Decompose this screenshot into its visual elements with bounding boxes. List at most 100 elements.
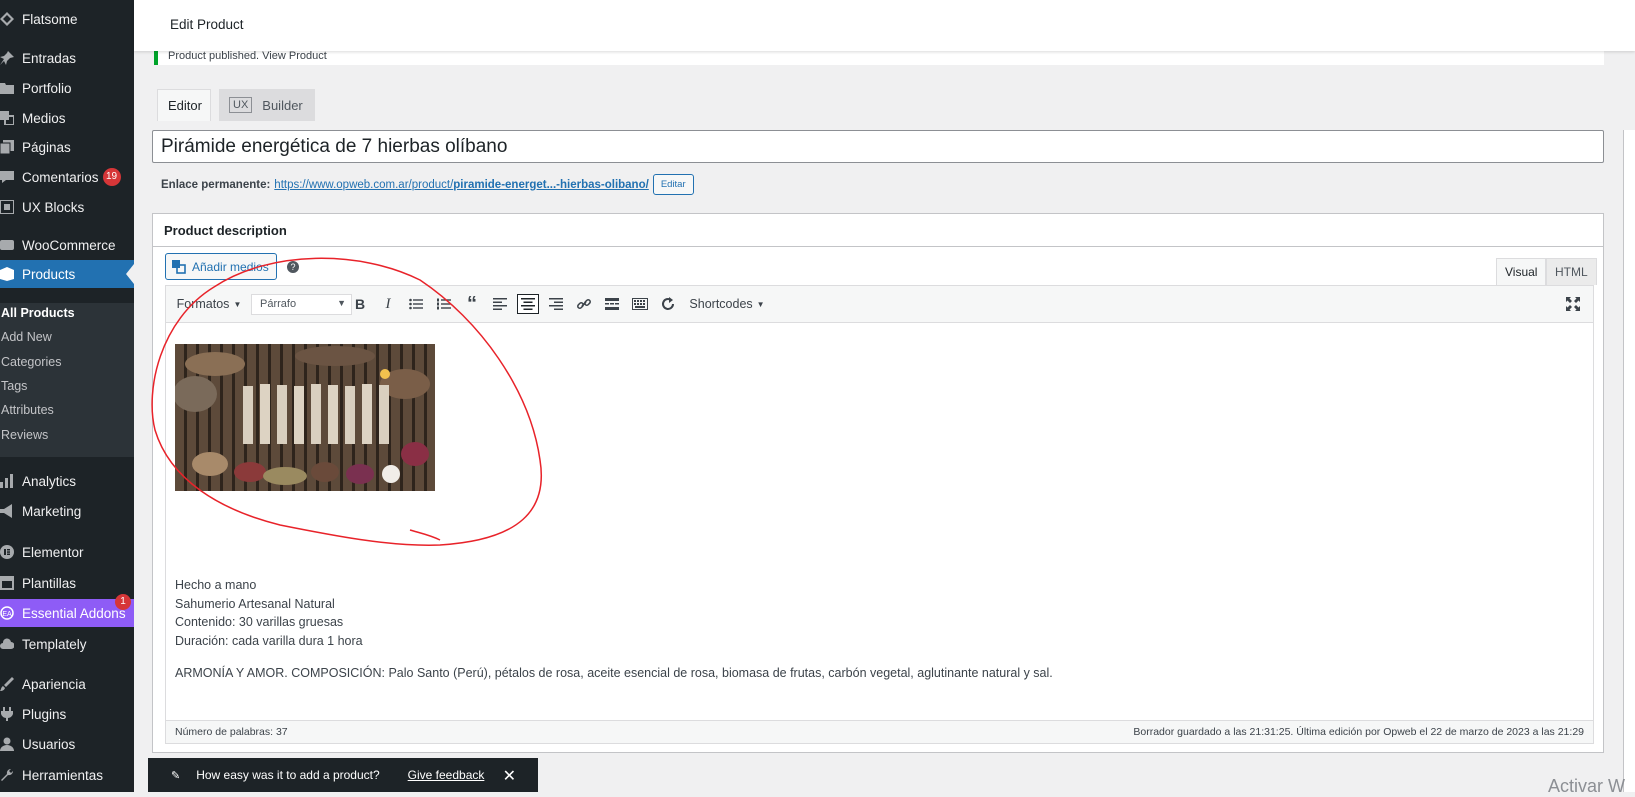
permalink-row: Enlace permanente: https://www.opweb.com… bbox=[161, 174, 694, 195]
analytics-icon bbox=[0, 473, 14, 489]
read-more-button[interactable] bbox=[601, 294, 623, 314]
shortcodes-dropdown[interactable]: Shortcodes ▼ bbox=[688, 294, 766, 314]
content-paragraph: ARMONÍA Y AMOR. COMPOSICIÓN: Palo Santo … bbox=[175, 666, 1053, 680]
refresh-button[interactable] bbox=[657, 294, 679, 314]
description-box-title: Product description bbox=[153, 214, 1603, 247]
sidebar-item-comentarios[interactable]: Comentarios 19 bbox=[0, 163, 134, 191]
pages-icon bbox=[0, 139, 14, 155]
blockquote-button[interactable]: “ bbox=[461, 293, 483, 315]
svg-text:EA: EA bbox=[2, 611, 12, 618]
link-icon bbox=[577, 299, 591, 309]
chevron-down-icon: ▼ bbox=[233, 299, 242, 309]
submenu-all-products[interactable]: All Products bbox=[1, 303, 75, 323]
numbered-list-button[interactable] bbox=[433, 294, 455, 314]
numbered-list-icon bbox=[437, 298, 451, 310]
sidebar-item-label: WooCommerce bbox=[22, 237, 116, 253]
editor-content-area[interactable]: Hecho a mano Sahumerio Artesanal Natural… bbox=[166, 323, 1593, 721]
give-feedback-link[interactable]: Give feedback bbox=[408, 768, 485, 782]
align-left-icon bbox=[493, 298, 507, 310]
bullet-list-button[interactable] bbox=[405, 294, 427, 314]
sidebar-item-label: Portfolio bbox=[22, 80, 72, 96]
formats-dropdown[interactable]: Formatos ▼ bbox=[176, 294, 242, 314]
product-description-box: Product description Añadir medios ? Visu… bbox=[152, 213, 1604, 753]
bold-button[interactable]: B bbox=[349, 294, 371, 314]
sidebar-item-label: Plantillas bbox=[22, 575, 77, 591]
add-media-icon bbox=[172, 259, 186, 274]
permalink-slug: piramide-energet...-hierbas-olibano/ bbox=[453, 178, 649, 191]
sidebar-item-herramientas[interactable]: Herramientas bbox=[0, 761, 134, 789]
submenu-tags[interactable]: Tags bbox=[1, 376, 27, 396]
sidebar-item-essential-addons[interactable]: EA Essential Addons 1 bbox=[0, 594, 134, 627]
incense-photo bbox=[175, 344, 435, 491]
elementor-icon bbox=[0, 544, 14, 560]
sidebar-item-analytics[interactable]: Analytics bbox=[0, 467, 134, 495]
sidebar-item-marketing[interactable]: Marketing bbox=[0, 497, 134, 525]
sidebar-item-portfolio[interactable]: Portfolio bbox=[0, 74, 134, 102]
flatsome-icon bbox=[0, 11, 14, 27]
sidebar-item-woocommerce[interactable]: WooCommerce bbox=[0, 231, 134, 259]
edit-permalink-button[interactable]: Editar bbox=[652, 174, 694, 195]
permalink-prefix: https://www.opweb.com.ar/product/ bbox=[274, 178, 454, 191]
sidebar-item-ux-blocks[interactable]: UX Blocks bbox=[0, 193, 134, 221]
paragraph-select[interactable]: Párrafo ▼ bbox=[251, 294, 352, 315]
sidebar-item-flatsome[interactable]: Flatsome bbox=[0, 5, 134, 33]
paragraph-select-value: Párrafo bbox=[260, 298, 297, 310]
sidebar-item-plantillas[interactable]: Plantillas bbox=[0, 569, 134, 597]
sidebar-item-label: Flatsome bbox=[22, 11, 78, 27]
content-line: Contenido: 30 varillas gruesas bbox=[175, 615, 344, 629]
product-image[interactable] bbox=[175, 344, 435, 491]
content-line: Duración: cada varilla dura 1 hora bbox=[175, 634, 363, 648]
submenu-add-new[interactable]: Add New bbox=[1, 327, 52, 347]
tab-html[interactable]: HTML bbox=[1546, 258, 1597, 285]
italic-button[interactable]: I bbox=[377, 294, 399, 314]
tab-editor[interactable]: Editor bbox=[157, 89, 211, 121]
align-right-button[interactable] bbox=[545, 294, 567, 314]
editor-toolbar: Formatos ▼ Párrafo ▼ B I “ Shortcodes ▼ bbox=[166, 286, 1593, 323]
permalink-link[interactable]: https://www.opweb.com.ar/product/piramid… bbox=[274, 179, 649, 191]
pin-icon bbox=[0, 50, 14, 66]
sidebar-item-medios[interactable]: Medios bbox=[0, 104, 134, 132]
shortcodes-label: Shortcodes bbox=[689, 297, 753, 311]
comments-count-badge: 19 bbox=[102, 168, 121, 186]
folder-icon bbox=[0, 80, 14, 96]
submenu-categories[interactable]: Categories bbox=[1, 352, 61, 372]
sidebar-item-label: Essential Addons bbox=[22, 605, 126, 621]
sidebar-item-elementor[interactable]: Elementor bbox=[0, 538, 134, 566]
submenu-reviews[interactable]: Reviews bbox=[1, 425, 48, 445]
close-icon[interactable]: ✕ bbox=[503, 766, 516, 786]
ea-icon: EA bbox=[0, 605, 14, 621]
tab-visual[interactable]: Visual bbox=[1496, 258, 1547, 285]
sidebar-item-entradas[interactable]: Entradas bbox=[0, 44, 134, 72]
toolbar-toggle-button[interactable] bbox=[629, 294, 651, 314]
sidebar-item-usuarios[interactable]: Usuarios bbox=[0, 730, 134, 758]
align-center-icon bbox=[521, 298, 535, 310]
insert-link-button[interactable] bbox=[573, 294, 595, 314]
content-line: Hecho a mano bbox=[175, 578, 257, 592]
product-title-input[interactable] bbox=[152, 130, 1604, 163]
word-count: Número de palabras: 37 bbox=[175, 726, 288, 738]
sidebar-item-paginas[interactable]: Páginas bbox=[0, 133, 134, 161]
sidebar-item-label: Usuarios bbox=[22, 736, 76, 752]
sidebar-item-templately[interactable]: Templately bbox=[0, 630, 134, 658]
fullscreen-icon bbox=[1566, 297, 1580, 311]
user-icon bbox=[0, 736, 14, 752]
editor-status-bar: Número de palabras: 37 Borrador guardado… bbox=[166, 720, 1593, 743]
permalink-label: Enlace permanente: bbox=[161, 178, 271, 191]
keyboard-icon bbox=[632, 298, 648, 310]
bullet-list-icon bbox=[409, 298, 423, 310]
chevron-down-icon: ▼ bbox=[337, 298, 346, 308]
add-media-button[interactable]: Añadir medios bbox=[165, 253, 277, 280]
fullscreen-button[interactable] bbox=[1562, 294, 1584, 314]
admin-sidebar: Flatsome Entradas Portfolio Medios Págin… bbox=[0, 0, 134, 792]
help-icon[interactable]: ? bbox=[287, 261, 299, 273]
align-left-button[interactable] bbox=[489, 294, 511, 314]
sidebar-item-products[interactable]: Products bbox=[0, 260, 134, 288]
sidebar-item-plugins[interactable]: Plugins bbox=[0, 700, 134, 728]
sidebar-item-apariencia[interactable]: Apariencia bbox=[0, 670, 134, 698]
blocks-icon bbox=[0, 199, 14, 215]
tab-ux-builder[interactable]: UX Builder bbox=[219, 89, 315, 121]
align-center-button[interactable] bbox=[517, 294, 539, 314]
submenu-attributes[interactable]: Attributes bbox=[1, 400, 54, 420]
activation-watermark: Activar W bbox=[1548, 776, 1626, 796]
megaphone-icon bbox=[0, 503, 14, 519]
